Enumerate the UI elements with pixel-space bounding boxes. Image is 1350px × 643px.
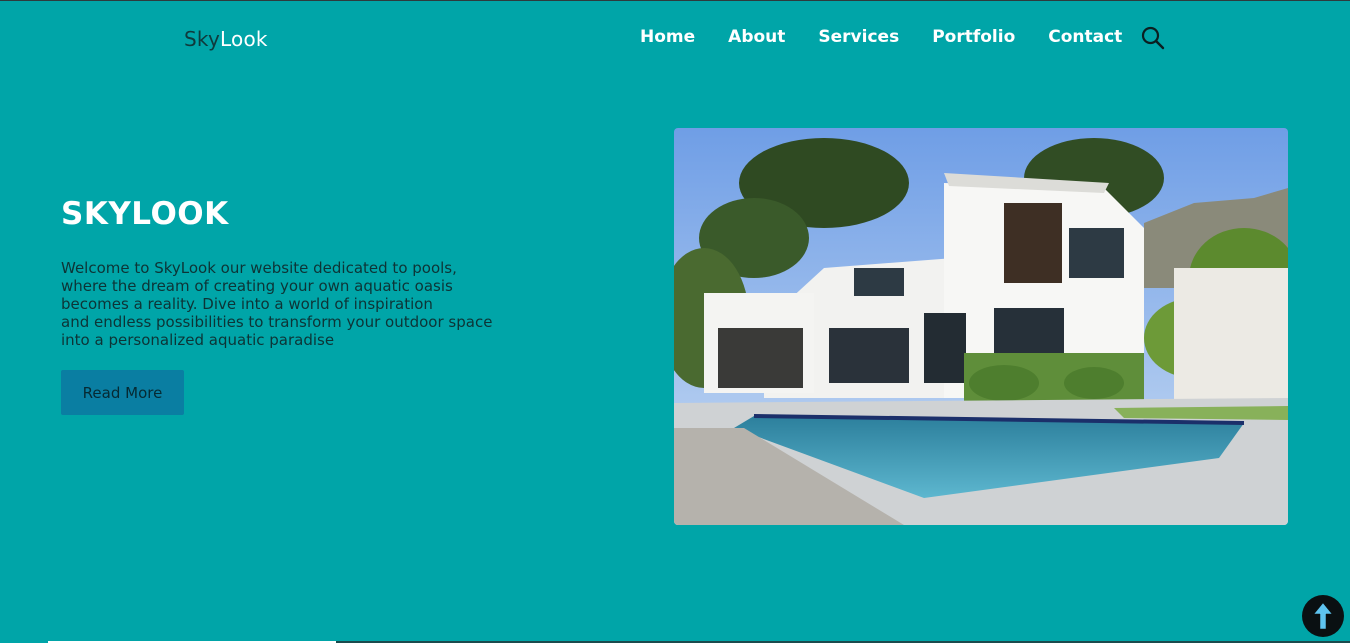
nav-services[interactable]: Services xyxy=(818,25,899,49)
hero-title: SKYLOOK xyxy=(61,196,229,232)
hero-line: becomes a reality. Dive into a world of … xyxy=(61,295,433,313)
arrow-up-icon xyxy=(1313,602,1333,630)
nav-home[interactable]: Home xyxy=(640,25,695,49)
logo[interactable]: SkyLook xyxy=(184,27,268,51)
nav-about[interactable]: About xyxy=(728,25,785,49)
hero-line: into a personalized aquatic paradise xyxy=(61,331,335,349)
logo-part-look: Look xyxy=(220,27,268,51)
logo-part-sky: Sky xyxy=(184,27,221,51)
hero-line: Welcome to SkyLook our website dedicated… xyxy=(61,259,457,277)
main-nav: Home About Services Portfolio Contact xyxy=(640,25,1155,49)
scroll-top-button[interactable] xyxy=(1302,595,1344,637)
hero-house-image xyxy=(674,128,1288,525)
hero-line: where the dream of creating your own aqu… xyxy=(61,277,453,295)
hero-description: Welcome to SkyLook our website dedicated… xyxy=(61,259,531,349)
search-icon[interactable] xyxy=(1140,25,1166,51)
nav-contact[interactable]: Contact xyxy=(1048,25,1122,49)
hero-line: and endless possibilities to transform y… xyxy=(61,313,493,331)
top-border xyxy=(0,0,1350,1)
read-more-button[interactable]: Read More xyxy=(61,370,184,415)
nav-portfolio[interactable]: Portfolio xyxy=(932,25,1015,49)
